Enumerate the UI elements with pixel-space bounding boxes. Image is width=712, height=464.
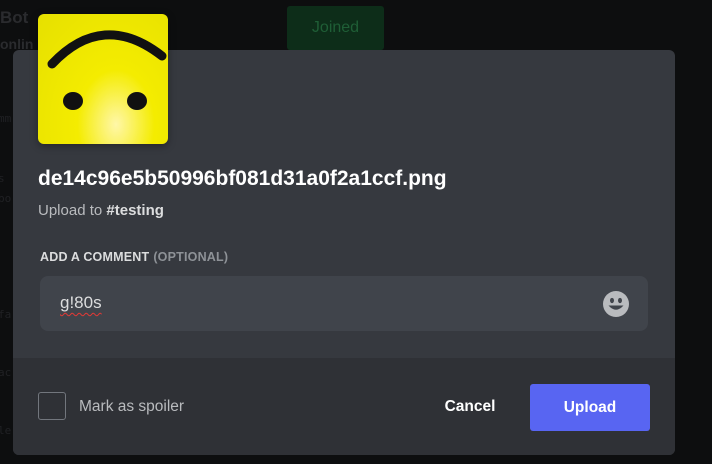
- comment-label-text: ADD A COMMENT: [40, 250, 150, 264]
- file-thumbnail: [38, 14, 168, 144]
- upload-destination: Upload to #testing: [38, 202, 164, 219]
- file-name: de14c96e5b50996bf081d31a0f2a1ccf.png: [38, 167, 447, 190]
- background-bot-name: Bot: [0, 8, 29, 27]
- background-joined-button: Joined: [287, 6, 384, 50]
- spoiler-label[interactable]: Mark as spoiler: [79, 398, 184, 416]
- cancel-button[interactable]: Cancel: [430, 384, 510, 430]
- background-fragment: le: [0, 424, 12, 437]
- spoiler-checkbox[interactable]: [38, 392, 66, 420]
- upload-button[interactable]: Upload: [530, 384, 650, 431]
- smiley-face-icon[interactable]: [602, 290, 630, 318]
- comment-input[interactable]: g!80s: [40, 276, 648, 331]
- upload-to-prefix: Upload to: [38, 202, 107, 219]
- background-fragment: mm: [0, 112, 12, 125]
- upside-down-face-image: [47, 30, 167, 110]
- comment-optional-text: (OPTIONAL): [153, 250, 229, 264]
- background-fragment: fa: [0, 308, 12, 321]
- comment-label: ADD A COMMENT (OPTIONAL): [40, 250, 228, 264]
- channel-name: #testing: [106, 202, 164, 219]
- background-fragment: bo: [0, 192, 12, 205]
- background-fragment: ac: [0, 366, 12, 379]
- background-fragment: s: [0, 172, 5, 185]
- comment-input-value[interactable]: g!80s: [60, 293, 102, 313]
